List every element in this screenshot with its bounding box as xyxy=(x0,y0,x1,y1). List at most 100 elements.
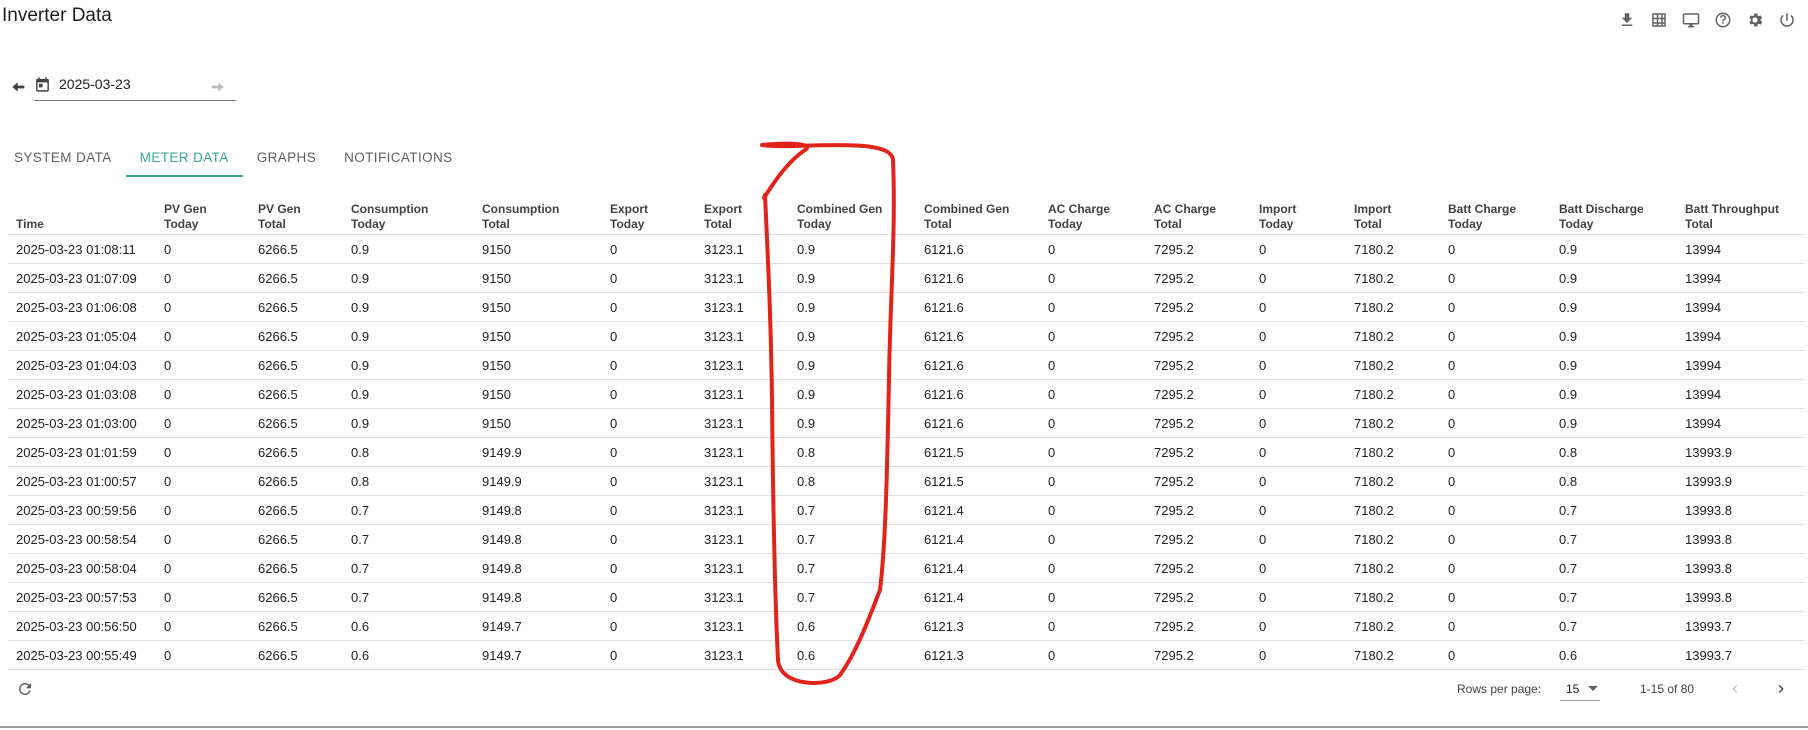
table-cell: 2025-03-23 01:01:59 xyxy=(8,437,156,467)
table-cell: 0 xyxy=(1251,466,1346,496)
table-row: 2025-03-23 01:03:00 0 6266.5 0.9 9150 0 3123.1… xyxy=(8,408,1805,438)
column-header[interactable]: Export Today xyxy=(602,199,696,235)
table-row: 2025-03-23 00:55:49 0 6266.5 0.6 9149.7 0 3123… xyxy=(8,640,1805,670)
column-header[interactable]: Import Total xyxy=(1346,199,1440,235)
column-header[interactable]: Batt Discharge Today xyxy=(1551,199,1677,235)
table-cell: 0 xyxy=(1040,582,1146,612)
table-cell: 7180.2 xyxy=(1346,466,1440,496)
table-cell: 0 xyxy=(156,553,250,583)
table-cell: 0.8 xyxy=(343,466,474,496)
table-cell: 0 xyxy=(156,495,250,525)
date-input[interactable] xyxy=(59,76,229,92)
table-cell: 7180.2 xyxy=(1346,495,1440,525)
tab-meter-data[interactable]: METER DATA xyxy=(125,140,243,177)
column-header[interactable]: AC Charge Today xyxy=(1040,199,1146,235)
table-cell: 7295.2 xyxy=(1146,321,1251,351)
table-cell: 13993.9 xyxy=(1677,466,1805,496)
table-cell: 2025-03-23 01:03:08 xyxy=(8,379,156,409)
table-cell: 6121.6 xyxy=(916,350,1040,380)
table-cell: 13994 xyxy=(1677,408,1805,438)
power-icon[interactable] xyxy=(1776,9,1798,31)
table-cell: 0 xyxy=(156,321,250,351)
table-cell: 7180.2 xyxy=(1346,524,1440,554)
table-cell: 9149.9 xyxy=(474,466,602,496)
table-cell: 7295.2 xyxy=(1146,553,1251,583)
table-cell: 9150 xyxy=(474,292,602,322)
column-header[interactable]: Time xyxy=(8,199,156,235)
table-cell: 7295.2 xyxy=(1146,408,1251,438)
column-header[interactable]: Combined Gen Today xyxy=(789,199,916,235)
column-header[interactable]: Batt Throughput Total xyxy=(1677,199,1805,235)
table-cell: 0.9 xyxy=(1551,234,1677,264)
tab-system-data[interactable]: SYSTEM DATA xyxy=(0,140,126,176)
table-cell: 0 xyxy=(156,350,250,380)
table-cell: 3123.1 xyxy=(696,292,789,322)
table-cell: 7295.2 xyxy=(1146,379,1251,409)
table-cell: 0.9 xyxy=(789,350,916,380)
column-header[interactable]: Consumption Total xyxy=(474,199,602,235)
table-cell: 7180.2 xyxy=(1346,321,1440,351)
table-cell: 0 xyxy=(1040,495,1146,525)
tab-graphs[interactable]: GRAPHS xyxy=(243,140,330,176)
calendar-icon[interactable] xyxy=(34,76,52,94)
table-cell: 0 xyxy=(1251,379,1346,409)
table-cell: 6121.4 xyxy=(916,582,1040,612)
monitor-icon[interactable] xyxy=(1680,9,1702,31)
table-cell: 0.7 xyxy=(1551,553,1677,583)
next-page-chevron-icon[interactable] xyxy=(1770,678,1792,700)
table-cell: 3123.1 xyxy=(696,379,789,409)
table-cell: 9149.8 xyxy=(474,495,602,525)
table-cell: 0.7 xyxy=(1551,582,1677,612)
table-row: 2025-03-23 01:07:09 0 6266.5 0.9 9150 0 3123.1… xyxy=(8,263,1805,293)
column-header[interactable]: PV Gen Total xyxy=(250,199,343,235)
tab-notifications[interactable]: NOTIFICATIONS xyxy=(330,140,466,176)
help-icon[interactable] xyxy=(1712,9,1734,31)
column-header[interactable]: Combined Gen Total xyxy=(916,199,1040,235)
date-field[interactable] xyxy=(34,74,236,101)
column-header[interactable]: Batt Charge Today xyxy=(1440,199,1551,235)
table-cell: 7180.2 xyxy=(1346,553,1440,583)
table-cell: 6266.5 xyxy=(250,350,343,380)
column-header[interactable]: Import Today xyxy=(1251,199,1346,235)
table-cell: 9150 xyxy=(474,379,602,409)
table-cell: 6266.5 xyxy=(250,379,343,409)
table-cell: 0 xyxy=(602,234,696,264)
grid-icon[interactable] xyxy=(1648,9,1670,31)
table-cell: 0 xyxy=(156,379,250,409)
table-cell: 0 xyxy=(156,466,250,496)
previous-day-arrow-icon[interactable] xyxy=(10,78,28,96)
previous-page-chevron-icon[interactable] xyxy=(1724,678,1746,700)
table-cell: 2025-03-23 00:59:56 xyxy=(8,495,156,525)
rows-per-page-select[interactable]: 15 xyxy=(1560,678,1600,701)
refresh-icon[interactable] xyxy=(16,680,36,700)
table-cell: 9149.9 xyxy=(474,437,602,467)
dropdown-caret-icon xyxy=(1588,686,1598,691)
column-header[interactable]: AC Charge Total xyxy=(1146,199,1251,235)
table-header-row: Time PV Gen Today PV Gen Total Consumpti… xyxy=(8,199,1805,235)
table-cell: 7295.2 xyxy=(1146,466,1251,496)
table-row: 2025-03-23 00:58:54 0 6266.5 0.7 9149.8 0 3123… xyxy=(8,524,1805,554)
table-cell: 0 xyxy=(1040,466,1146,496)
table-cell: 2025-03-23 00:56:50 xyxy=(8,611,156,641)
column-header[interactable]: Consumption Today xyxy=(343,199,474,235)
table-cell: 0.9 xyxy=(1551,263,1677,293)
table-cell: 0 xyxy=(1440,234,1551,264)
table-cell: 0 xyxy=(602,611,696,641)
column-header[interactable]: PV Gen Today xyxy=(156,199,250,235)
table-cell: 13994 xyxy=(1677,379,1805,409)
table-cell: 3123.1 xyxy=(696,437,789,467)
table-cell: 7295.2 xyxy=(1146,234,1251,264)
column-header[interactable]: Export Total xyxy=(696,199,789,235)
table-cell: 0 xyxy=(1040,350,1146,380)
table-cell: 3123.1 xyxy=(696,234,789,264)
table-cell: 0 xyxy=(1251,350,1346,380)
settings-icon[interactable] xyxy=(1744,9,1766,31)
table-cell: 13993.8 xyxy=(1677,582,1805,612)
next-day-arrow-icon[interactable] xyxy=(208,78,226,96)
table-cell: 2025-03-23 00:58:04 xyxy=(8,553,156,583)
table-cell: 0.9 xyxy=(343,379,474,409)
table-cell: 0 xyxy=(602,408,696,438)
download-icon[interactable] xyxy=(1616,9,1638,31)
meter-data-table: Time PV Gen Today PV Gen Total Consumpti… xyxy=(8,199,1805,670)
table-cell: 0 xyxy=(156,234,250,264)
